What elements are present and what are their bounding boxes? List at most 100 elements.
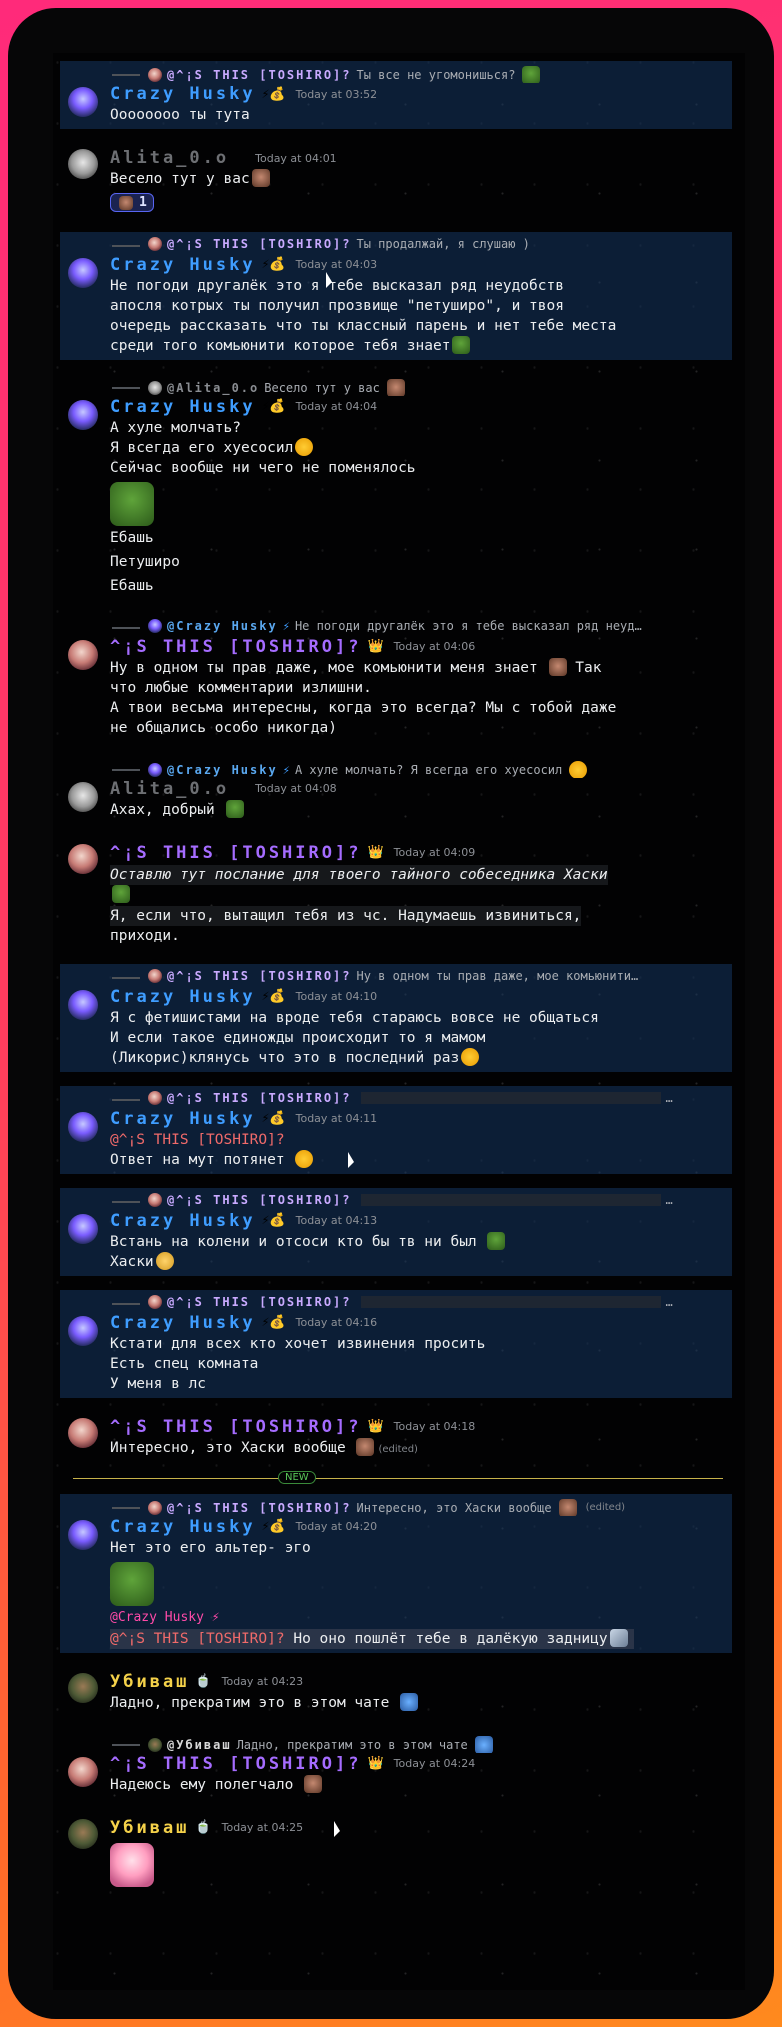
reply-preview[interactable]: @^¡S THIS [TOSHIRO]? … — [112, 1294, 732, 1312]
pepe-sticker-image[interactable] — [110, 481, 154, 526]
username[interactable]: Crazy Husky — [110, 1211, 256, 1231]
user-mention[interactable]: @^¡S THIS [TOSHIRO]? — [110, 1631, 285, 1647]
avatar[interactable] — [68, 257, 98, 288]
message-husky-0404[interactable]: @Alita_0.o Весело тут у вас Crazy Husky … — [60, 374, 732, 600]
message-toshiro-0409[interactable]: ^¡S THIS [TOSHIRO]? 👑 Today at 04:09 Ост… — [60, 838, 732, 950]
reply-spine — [112, 1302, 140, 1312]
custom-face-emoji-icon — [304, 1774, 323, 1793]
user-mention[interactable]: @Crazy Husky — [110, 1610, 204, 1625]
message-husky-0411[interactable]: @^¡S THIS [TOSHIRO]? … Crazy Husky ⚡💰 To… — [60, 1085, 732, 1174]
username[interactable]: Crazy Husky — [110, 255, 256, 275]
username[interactable]: Alita_0.o — [110, 779, 229, 799]
reply-preview[interactable]: @Alita_0.o Весело тут у вас — [112, 378, 732, 396]
avatar[interactable] — [68, 1756, 98, 1787]
username[interactable]: Crazy Husky — [110, 1109, 256, 1129]
username[interactable]: ^¡S THIS [TOSHIRO]? — [110, 1754, 361, 1774]
timestamp[interactable]: Today at 04:06 — [394, 640, 476, 653]
username[interactable]: Crazy Husky — [110, 1313, 256, 1333]
avatar[interactable] — [68, 781, 98, 812]
timestamp[interactable]: Today at 04:01 — [255, 152, 337, 165]
avatar[interactable] — [68, 639, 98, 670]
timestamp[interactable]: Today at 04:25 — [222, 1821, 304, 1834]
message-alita-0408[interactable]: @Crazy Husky ⚡ А хуле молчать? Я всегда … — [60, 756, 732, 824]
message-text-line: Ебашь — [110, 529, 154, 546]
timestamp[interactable]: Today at 04:09 — [394, 846, 476, 859]
timestamp[interactable]: Today at 04:18 — [394, 1420, 476, 1433]
pepe-sticker-image[interactable] — [110, 1561, 154, 1606]
avatar[interactable] — [68, 1672, 98, 1703]
avatar[interactable] — [68, 1818, 98, 1849]
avatar[interactable] — [68, 87, 98, 117]
reply-preview[interactable]: @Убиваш Ладно, прекратим это в этом чате — [112, 1735, 732, 1753]
reply-preview[interactable]: @Crazy Husky ⚡ Не погоди другалёк это я … — [112, 618, 732, 636]
message-toshiro-0418[interactable]: ^¡S THIS [TOSHIRO]? 👑 Today at 04:18 Инт… — [60, 1412, 732, 1464]
reaction-button[interactable]: 1 — [110, 193, 154, 212]
reply-preview[interactable]: @^¡S THIS [TOSHIRO]? Ты продалжай, я слу… — [112, 236, 732, 254]
reply-author[interactable]: @^¡S THIS [TOSHIRO]? — [167, 1193, 352, 1207]
reply-ellipsis: … — [665, 1294, 673, 1309]
username[interactable]: Alita_0.o — [110, 148, 229, 168]
avatar[interactable] — [68, 399, 98, 430]
avatar[interactable] — [68, 989, 98, 1020]
reply-preview[interactable]: @^¡S THIS [TOSHIRO]? … — [112, 1192, 732, 1210]
username[interactable]: Убиваш — [110, 1818, 189, 1838]
avatar[interactable] — [68, 843, 98, 874]
avatar[interactable] — [68, 1213, 98, 1244]
reply-author[interactable]: @Crazy Husky — [167, 763, 278, 777]
timestamp[interactable]: Today at 04:10 — [296, 990, 378, 1003]
message-husky-0403[interactable]: @^¡S THIS [TOSHIRO]? Ты продалжай, я слу… — [60, 231, 732, 360]
message-husky-0352[interactable]: @^¡S THIS [TOSHIRO]? Ты все не угомонишь… — [60, 61, 732, 129]
user-mention[interactable]: @^¡S THIS [TOSHIRO]? — [110, 1130, 732, 1150]
timestamp[interactable]: Today at 04:13 — [296, 1214, 378, 1227]
timestamp[interactable]: Today at 04:11 — [296, 1112, 378, 1125]
reply-preview[interactable]: @^¡S THIS [TOSHIRO]? Ты все не угомонишь… — [112, 65, 732, 83]
reply-author[interactable]: @Убиваш — [167, 1738, 232, 1752]
reply-author[interactable]: @Alita_0.o — [167, 381, 259, 395]
timestamp[interactable]: Today at 04:20 — [296, 1520, 378, 1533]
avatar[interactable] — [68, 1519, 98, 1550]
reply-author[interactable]: @^¡S THIS [TOSHIRO]? — [167, 68, 352, 82]
username[interactable]: Crazy Husky — [110, 84, 256, 104]
message-toshiro-0424[interactable]: @Убиваш Ладно, прекратим это в этом чате… — [60, 1731, 732, 1799]
username[interactable]: Убиваш — [110, 1672, 189, 1692]
reply-author[interactable]: @^¡S THIS [TOSHIRO]? — [167, 1091, 352, 1105]
message-ubivash-0423[interactable]: Убиваш 🍵 Today at 04:23 Ладно, прекратим… — [60, 1667, 732, 1717]
reply-author[interactable]: @^¡S THIS [TOSHIRO]? — [167, 1295, 352, 1309]
message-ubivash-0425[interactable]: Убиваш 🍵 Today at 04:25 — [60, 1813, 732, 1893]
message-husky-0420[interactable]: @^¡S THIS [TOSHIRO]? Интересно, это Хаск… — [60, 1493, 732, 1653]
reply-author[interactable]: @^¡S THIS [TOSHIRO]? — [167, 1501, 352, 1515]
avatar[interactable] — [68, 1417, 98, 1448]
globe-emoji-icon — [400, 1692, 419, 1711]
reply-preview[interactable]: @^¡S THIS [TOSHIRO]? … — [112, 1090, 732, 1108]
reply-preview[interactable]: @Crazy Husky ⚡ А хуле молчать? Я всегда … — [112, 760, 732, 778]
timestamp[interactable]: Today at 04:03 — [296, 258, 378, 271]
username[interactable]: Crazy Husky — [110, 1517, 256, 1537]
timestamp[interactable]: Today at 04:08 — [255, 782, 337, 795]
timestamp[interactable]: Today at 04:23 — [222, 1675, 304, 1688]
avatar[interactable] — [68, 1315, 98, 1346]
anime-girl-sticker-image[interactable] — [110, 1842, 154, 1887]
username[interactable]: ^¡S THIS [TOSHIRO]? — [110, 843, 361, 863]
avatar[interactable] — [68, 1111, 98, 1142]
reply-author[interactable]: @Crazy Husky — [167, 619, 278, 633]
message-husky-0413[interactable]: @^¡S THIS [TOSHIRO]? … Crazy Husky ⚡💰 To… — [60, 1187, 732, 1276]
timestamp[interactable]: Today at 04:24 — [394, 1757, 476, 1770]
message-husky-0416[interactable]: @^¡S THIS [TOSHIRO]? … Crazy Husky ⚡💰 To… — [60, 1289, 732, 1398]
reply-author[interactable]: @^¡S THIS [TOSHIRO]? — [167, 969, 352, 983]
reply-preview[interactable]: @^¡S THIS [TOSHIRO]? Интересно, это Хаск… — [112, 1498, 732, 1516]
crown-badge-icon: 👑 — [367, 845, 384, 860]
message-toshiro-0406[interactable]: @Crazy Husky ⚡ Не погоди другалёк это я … — [60, 614, 732, 742]
username[interactable]: ^¡S THIS [TOSHIRO]? — [110, 637, 361, 657]
username[interactable]: ^¡S THIS [TOSHIRO]? — [110, 1417, 361, 1437]
timestamp[interactable]: Today at 04:04 — [296, 400, 378, 413]
reply-author[interactable]: @^¡S THIS [TOSHIRO]? — [167, 237, 352, 251]
timestamp[interactable]: Today at 03:52 — [296, 88, 378, 101]
reply-preview[interactable]: @^¡S THIS [TOSHIRO]? Ну в одном ты прав … — [112, 968, 732, 986]
username[interactable]: Crazy Husky — [110, 987, 256, 1007]
avatar[interactable] — [68, 149, 98, 179]
message-alita-0401[interactable]: Alita_0.o Today at 04:01 Весело тут у ва… — [60, 143, 732, 218]
username[interactable]: Crazy Husky — [110, 397, 256, 417]
timestamp[interactable]: Today at 04:16 — [296, 1316, 378, 1329]
chat-message-list[interactable]: @^¡S THIS [TOSHIRO]? Ты все не угомонишь… — [53, 53, 745, 1990]
message-husky-0410[interactable]: @^¡S THIS [TOSHIRO]? Ну в одном ты прав … — [60, 963, 732, 1072]
